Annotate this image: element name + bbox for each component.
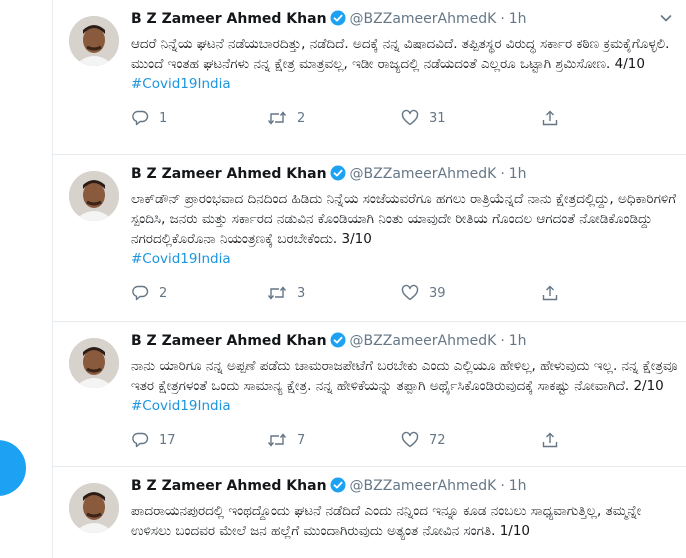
tweet-body: ಲಾಕ್‌ಡೌನ್ ಪ್ರಾರಂಭವಾದ ದಿನದಿಂದ ಹಿಡಿದು ನಿನ್… [131,191,677,247]
retweet-count: 2 [297,110,306,126]
avatar[interactable] [69,338,119,388]
tweet-timeline: B Z Zameer Ahmed Khan @BZZameerAhmedK · 1h … [52,0,686,558]
author-name[interactable]: B Z Zameer Ahmed Khan [131,166,327,182]
reply-icon [131,109,149,127]
verified-badge-icon [330,165,346,188]
tweet-text: ಪಾದರಾಯನಪುರದಲ್ಲಿ ಇಂಥದ್ದೊಂದು ಘಟನೆ ನಡೆದಿದೆ … [131,501,679,541]
author-name[interactable]: B Z Zameer Ahmed Khan [131,333,327,349]
separator-dot: · [500,478,505,494]
share-icon [541,109,559,127]
tweet-body: ಆದರೆ ನಿನ್ನೆಯ ಘಟನೆ ನಡೆಯಬಾರದಿತ್ತು, ನಡೆದಿದೆ… [131,36,670,72]
reply-button[interactable]: 2 [131,283,167,303]
retweet-button[interactable]: 7 [267,430,305,450]
like-count: 31 [429,110,446,126]
tweet[interactable]: B Z Zameer Ahmed Khan @BZZameerAhmedK · 1h … [53,467,686,558]
retweet-icon [267,284,287,302]
reply-button[interactable]: 17 [131,430,176,450]
verified-badge-icon [330,477,346,500]
like-count: 72 [429,432,446,448]
heart-icon [401,284,419,302]
like-button[interactable]: 31 [401,108,446,128]
tweet-body: ಪಾದರಾಯನಪುರದಲ್ಲಿ ಇಂಥದ್ದೊಂದು ಘಟನೆ ನಡೆದಿದೆ … [131,503,642,539]
share-button[interactable] [541,283,559,303]
separator-dot: · [500,166,505,182]
retweet-icon [267,431,287,449]
tweet-timestamp[interactable]: 1h [509,166,527,182]
retweet-button[interactable]: 2 [267,108,305,128]
reply-count: 17 [159,432,176,448]
tweet-actions: 1 2 31 [131,108,679,128]
avatar[interactable] [69,16,119,66]
separator-dot: · [500,333,505,349]
retweet-count: 7 [297,432,306,448]
reply-count: 1 [159,110,168,126]
tweet-header: B Z Zameer Ahmed Khan @BZZameerAhmedK · 1h [131,163,679,185]
tweet-actions: 17 7 72 [131,430,679,450]
tweet-timestamp[interactable]: 1h [509,333,527,349]
author-name[interactable]: B Z Zameer Ahmed Khan [131,478,327,494]
heart-icon [401,109,419,127]
hashtag-link[interactable]: #Covid19India [131,396,679,416]
like-count: 39 [429,285,446,301]
tweet-header: B Z Zameer Ahmed Khan @BZZameerAhmedK · 1h [131,8,679,30]
author-handle[interactable]: @BZZameerAhmedK [350,166,497,182]
share-icon [541,431,559,449]
like-button[interactable]: 39 [401,283,446,303]
tweet-text: ಆದರೆ ನಿನ್ನೆಯ ಘಟನೆ ನಡೆಯಬಾರದಿತ್ತು, ನಡೆದಿದೆ… [131,34,679,94]
author-handle[interactable]: @BZZameerAhmedK [350,478,497,494]
retweet-count: 3 [297,285,306,301]
tweet-timestamp[interactable]: 1h [509,11,527,27]
chevron-down-icon[interactable] [657,9,675,27]
hashtag-link[interactable]: #Covid19India [131,249,679,269]
tweet-text: ನಾನು ಯಾರಿಗೂ ನನ್ನ ಅಪ್ಪಣೆ ಪಡೆದು ಚಾಮರಾಜಪೇಟೆ… [131,356,679,416]
compose-tweet-button[interactable] [0,440,26,496]
tweet-header: B Z Zameer Ahmed Khan @BZZameerAhmedK · 1h [131,475,679,497]
share-button[interactable] [541,430,559,450]
tweet[interactable]: B Z Zameer Ahmed Khan @BZZameerAhmedK · 1h … [53,322,686,467]
retweet-icon [267,109,287,127]
verified-badge-icon [330,332,346,355]
heart-icon [401,431,419,449]
verified-badge-icon [330,10,346,33]
tweet[interactable]: B Z Zameer Ahmed Khan @BZZameerAhmedK · 1h … [53,0,686,155]
reply-button[interactable]: 1 [131,108,167,128]
tweet-actions: 2 3 39 [131,283,679,303]
separator-dot: · [500,11,505,27]
share-button[interactable] [541,108,559,128]
hashtag-link[interactable]: #Covid19India [131,74,679,94]
tweet-text: ಲಾಕ್‌ಡೌನ್ ಪ್ರಾರಂಭವಾದ ದಿನದಿಂದ ಹಿಡಿದು ನಿನ್… [131,189,679,269]
tweet-timestamp[interactable]: 1h [509,478,527,494]
reply-count: 2 [159,285,168,301]
reply-icon [131,431,149,449]
author-handle[interactable]: @BZZameerAhmedK [350,333,497,349]
retweet-button[interactable]: 3 [267,283,305,303]
author-name[interactable]: B Z Zameer Ahmed Khan [131,11,327,27]
share-icon [541,284,559,302]
author-handle[interactable]: @BZZameerAhmedK [350,11,497,27]
tweet-header: B Z Zameer Ahmed Khan @BZZameerAhmedK · 1h [131,330,679,352]
avatar[interactable] [69,171,119,221]
tweet[interactable]: B Z Zameer Ahmed Khan @BZZameerAhmedK · 1h … [53,155,686,322]
like-button[interactable]: 72 [401,430,446,450]
avatar[interactable] [69,483,119,533]
tweet-body: ನಾನು ಯಾರಿಗೂ ನನ್ನ ಅಪ್ಪಣೆ ಪಡೆದು ಚಾಮರಾಜಪೇಟೆ… [131,358,678,394]
reply-icon [131,284,149,302]
